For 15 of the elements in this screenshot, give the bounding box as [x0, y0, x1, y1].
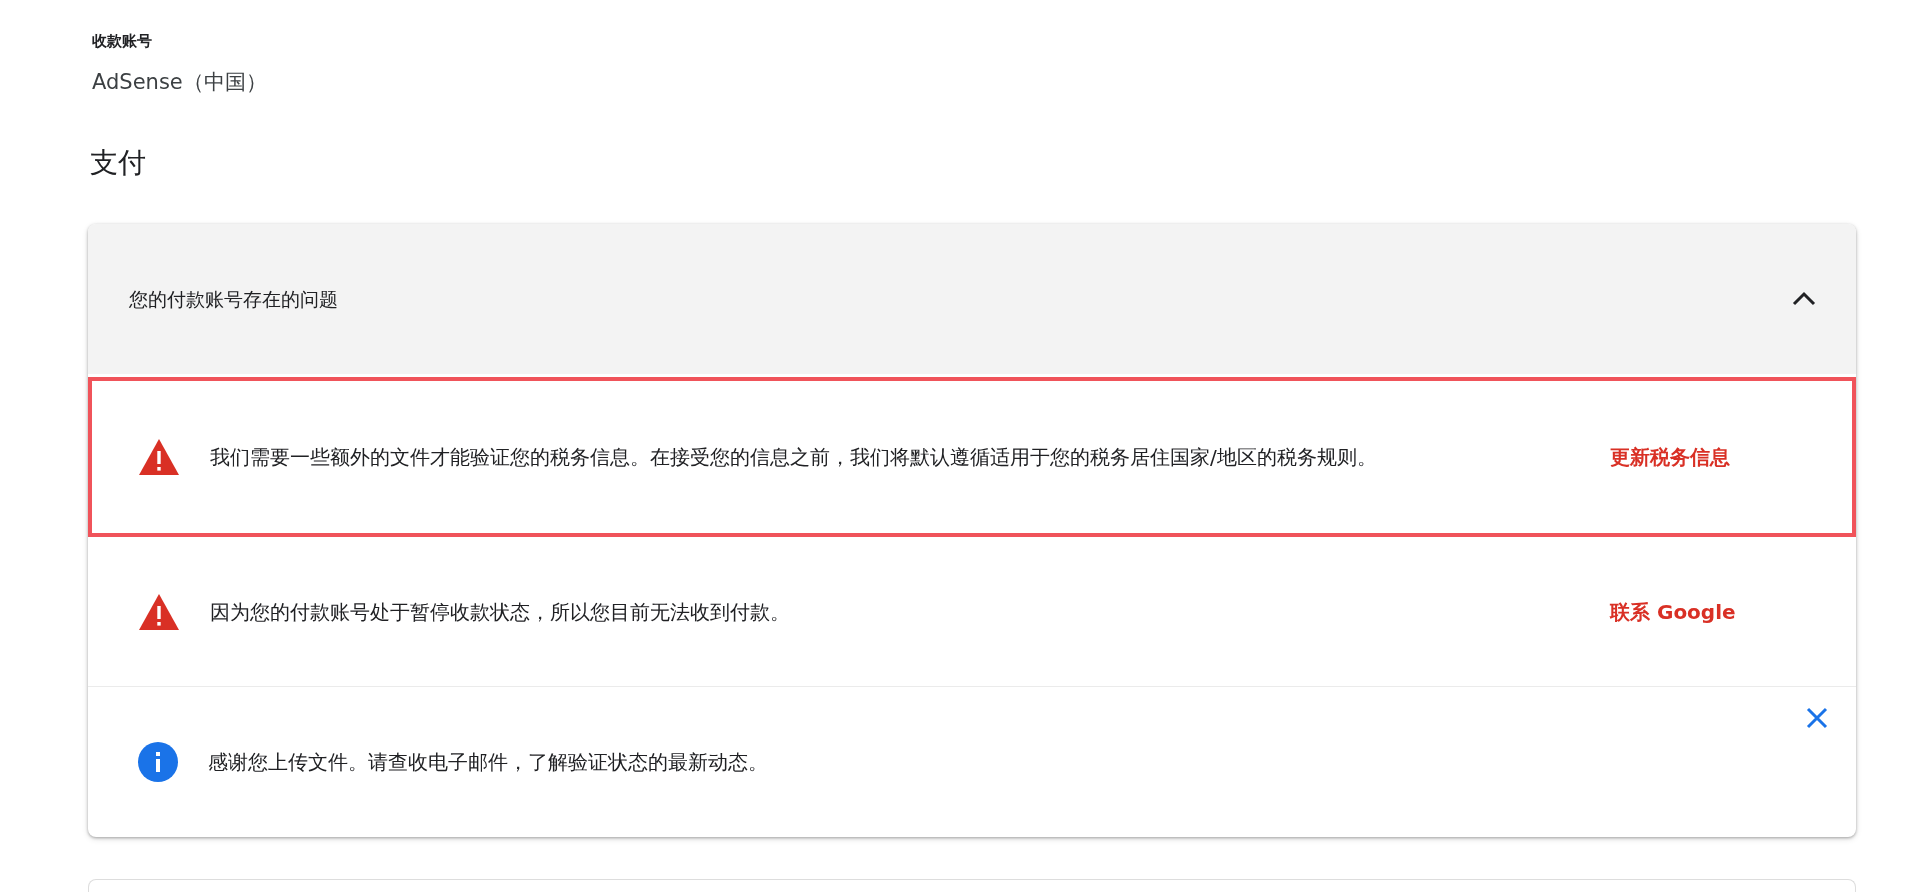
- field-value: AdSense（中国）: [92, 68, 268, 96]
- warning-icon: [138, 437, 180, 476]
- alert-message: 感谢您上传文件。请查收电子邮件，了解验证状态的最新动态。: [208, 749, 769, 776]
- action-link[interactable]: 联系 Google: [1610, 596, 1736, 627]
- field-label: 收款账号: [92, 31, 153, 52]
- chevron-up-icon[interactable]: [1792, 291, 1816, 307]
- warning-icon: [138, 592, 180, 631]
- close-button[interactable]: [1806, 705, 1828, 729]
- panel-title: 您的付款账号存在的问题: [129, 286, 338, 312]
- panel-header[interactable]: 您的付款账号存在的问题: [88, 224, 1856, 374]
- section-title: 支付: [90, 145, 147, 181]
- action-link[interactable]: 更新税务信息: [1610, 441, 1730, 472]
- alert-message: 因为您的付款账号处于暂停收款状态，所以您目前无法收到付款。: [210, 598, 791, 626]
- alert-message: 我们需要一些额外的文件才能验证您的税务信息。在接受您的信息之前，我们将默认遵循适用于您的税务居住国家/地区的税务规则。: [210, 443, 1378, 471]
- info-icon: [138, 742, 178, 782]
